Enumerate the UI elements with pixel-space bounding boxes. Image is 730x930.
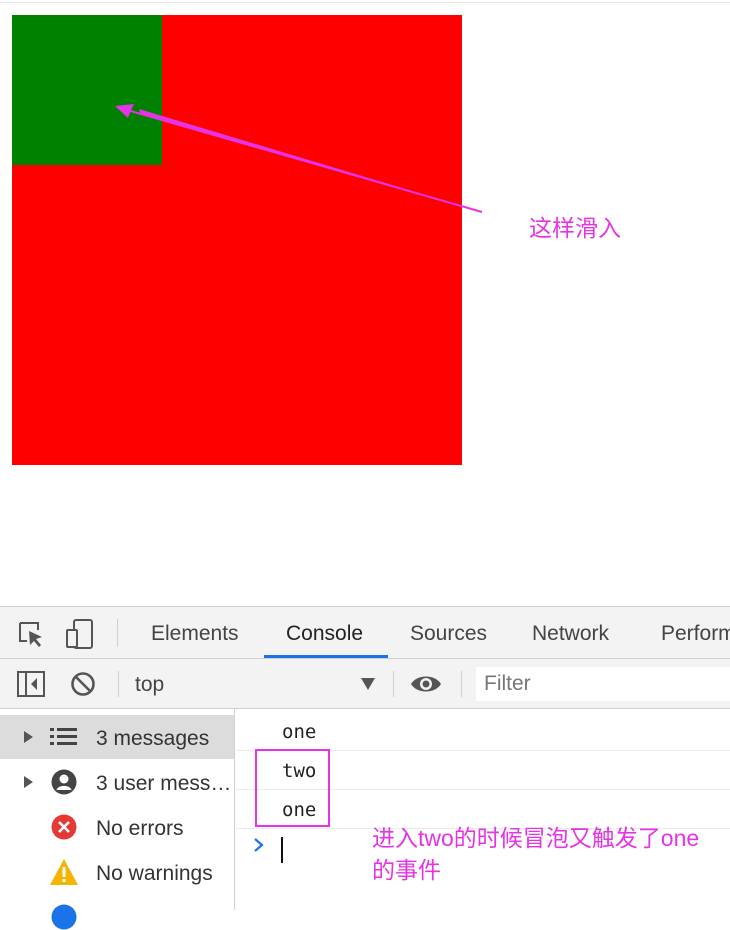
live-expression-eye-icon[interactable] xyxy=(410,673,442,695)
filter-input[interactable] xyxy=(476,667,730,701)
user-icon xyxy=(51,769,77,795)
list-icon xyxy=(50,728,77,745)
expand-arrow-icon[interactable] xyxy=(22,776,34,788)
sidebar-item-label: 3 user mess… xyxy=(96,772,232,795)
tab-network[interactable]: Network xyxy=(532,607,609,658)
sidebar-item-label: 3 messages xyxy=(96,727,210,750)
toolbar-divider xyxy=(461,671,462,697)
sidebar-item-warnings[interactable]: No warnings xyxy=(0,850,234,894)
info-icon xyxy=(51,904,77,930)
box-two[interactable] xyxy=(12,15,162,165)
expand-arrow-icon[interactable] xyxy=(22,731,34,743)
tabbar-divider xyxy=(117,619,118,647)
annotation-slide-in: 这样滑入 xyxy=(529,215,621,241)
chevron-down-icon[interactable] xyxy=(361,678,375,690)
sidebar-item-user-messages[interactable]: 3 user mess… xyxy=(0,760,234,804)
toolbar-divider xyxy=(118,671,119,697)
context-selector[interactable]: top xyxy=(135,659,164,708)
sidebar-item-messages[interactable]: 3 messages xyxy=(0,715,234,759)
toolbar-divider xyxy=(393,671,394,697)
tab-console[interactable]: Console xyxy=(286,607,363,658)
annotation-explanation: 进入two的时候冒泡又触发了one的事件 xyxy=(372,825,700,883)
tab-performance[interactable]: Perform xyxy=(661,607,730,658)
clear-console-icon[interactable] xyxy=(70,671,96,697)
active-tab-indicator xyxy=(264,655,388,658)
devtools-tabbar: Elements Console Sources Network Perform xyxy=(0,607,730,659)
sidebar-item-label: No warnings xyxy=(96,862,213,885)
warning-icon xyxy=(50,859,78,885)
tab-elements[interactable]: Elements xyxy=(151,607,239,658)
sidebar-item-label: No errors xyxy=(96,817,184,840)
sidebar-toggle-icon[interactable] xyxy=(17,671,45,697)
tab-sources[interactable]: Sources xyxy=(410,607,487,658)
page-top-border xyxy=(0,2,730,3)
console-log-text: one xyxy=(282,721,317,743)
console-prompt-icon xyxy=(254,838,264,852)
error-icon xyxy=(51,814,77,840)
inspect-element-icon[interactable] xyxy=(17,620,45,648)
annotation-highlight-box xyxy=(255,749,330,827)
console-toolbar: top xyxy=(0,659,730,709)
console-input-caret[interactable] xyxy=(281,837,283,863)
console-log-row: one xyxy=(236,712,730,751)
console-sidebar: 3 messages 3 user mess… No errors No war… xyxy=(0,709,235,930)
device-toolbar-icon[interactable] xyxy=(64,618,96,650)
sidebar-item-errors[interactable]: No errors xyxy=(0,805,234,849)
